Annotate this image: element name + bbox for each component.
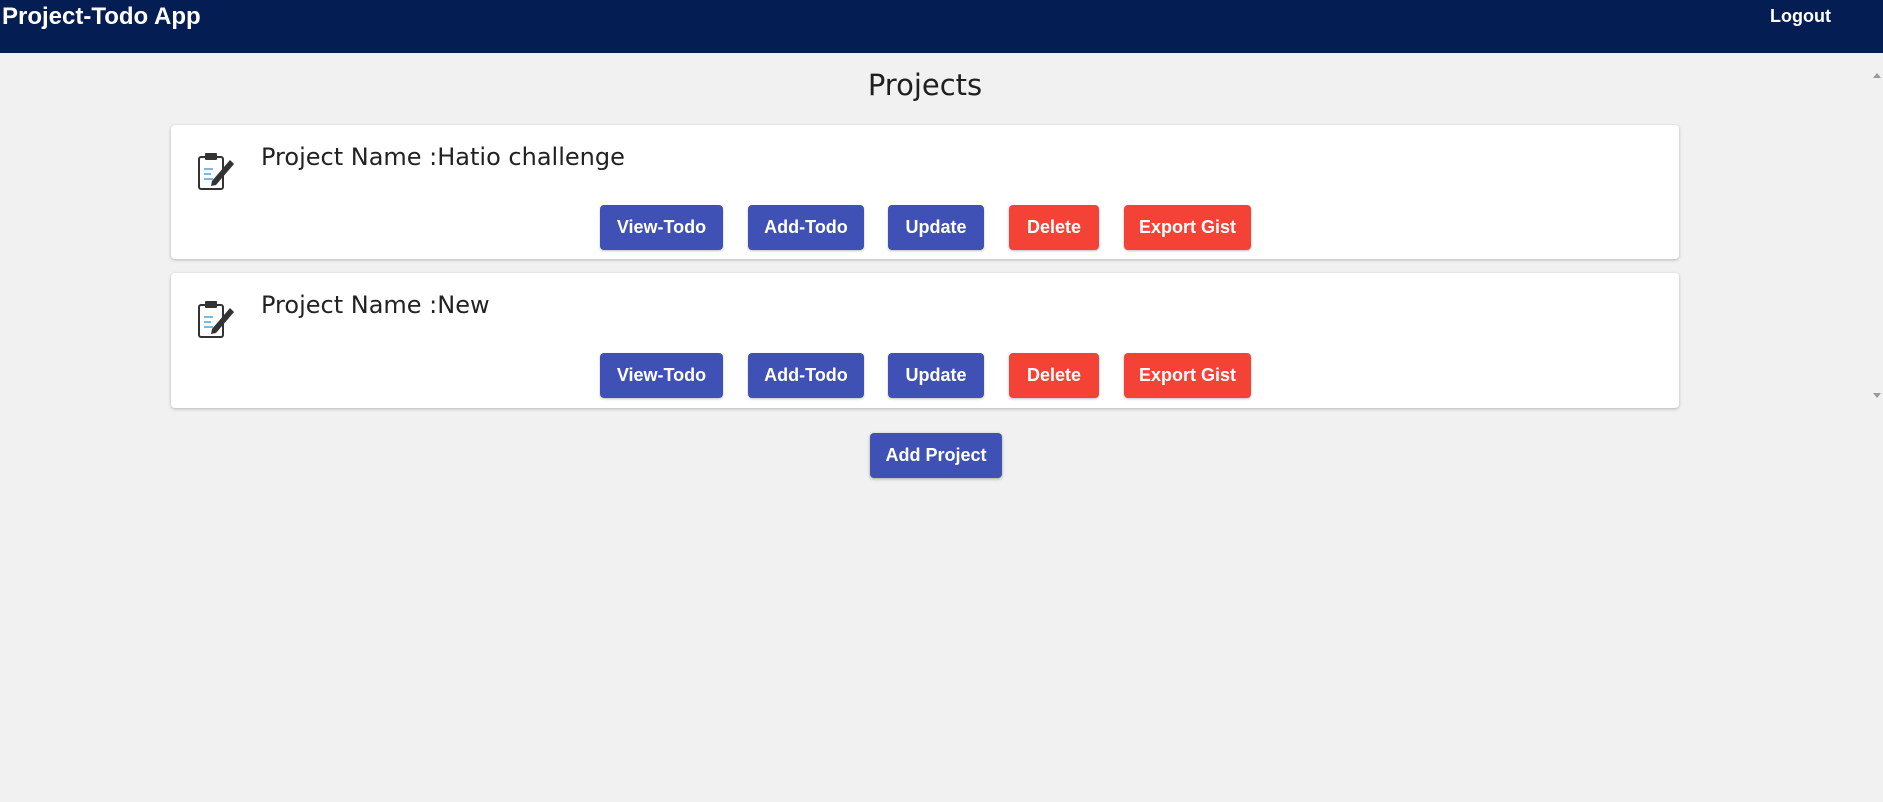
project-card: Project Name :New View-Todo Add-Todo Upd… <box>171 273 1679 408</box>
delete-button[interactable]: Delete <box>1009 353 1099 398</box>
clipboard-edit-icon <box>198 153 234 190</box>
page-title: Projects <box>867 68 983 102</box>
view-todo-button[interactable]: View-Todo <box>600 205 723 250</box>
export-gist-button[interactable]: Export Gist <box>1124 353 1251 398</box>
project-card: Project Name :Hatio challenge View-Todo … <box>171 125 1679 259</box>
clipboard-edit-icon <box>198 301 234 338</box>
add-project-button[interactable]: Add Project <box>870 433 1002 478</box>
logout-button[interactable]: Logout <box>1770 6 1831 27</box>
project-name: Project Name :New <box>261 291 490 319</box>
update-button[interactable]: Update <box>888 205 984 250</box>
export-gist-button[interactable]: Export Gist <box>1124 205 1251 250</box>
delete-button[interactable]: Delete <box>1009 205 1099 250</box>
app-title: Project-Todo App <box>2 3 201 30</box>
add-todo-button[interactable]: Add-Todo <box>748 205 864 250</box>
add-todo-button[interactable]: Add-Todo <box>748 353 864 398</box>
project-name: Project Name :Hatio challenge <box>261 143 625 171</box>
scroll-down-arrow-icon[interactable] <box>1873 393 1881 398</box>
update-button[interactable]: Update <box>888 353 984 398</box>
scroll-up-arrow-icon[interactable] <box>1873 73 1881 78</box>
view-todo-button[interactable]: View-Todo <box>600 353 723 398</box>
top-navbar: Project-Todo App Logout <box>0 0 1883 53</box>
